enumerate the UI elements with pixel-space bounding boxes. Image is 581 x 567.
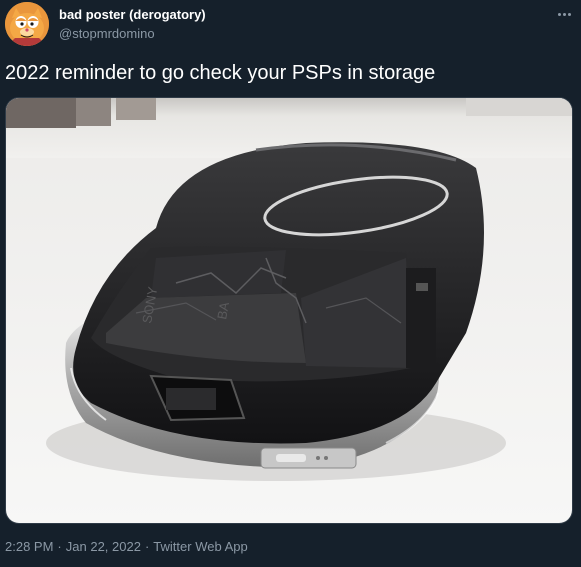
more-options-icon: [557, 12, 561, 16]
tweet-meta: 2:28 PM · Jan 22, 2022 · Twitter Web App: [5, 539, 248, 554]
garfield-avatar-icon: [5, 2, 49, 46]
tweet-photo[interactable]: SONY BA: [5, 97, 573, 524]
tweet-source[interactable]: Twitter Web App: [153, 539, 247, 554]
more-options-icon-dot: [562, 12, 566, 16]
tweet-date[interactable]: Jan 22, 2022: [66, 539, 141, 554]
meta-separator-2: ·: [144, 539, 150, 554]
avatar[interactable]: [5, 2, 49, 46]
battery-label-ba: BA: [214, 301, 232, 321]
tweet: bad poster (derogatory) @stopmrdomino 20…: [0, 0, 581, 567]
psp-photo-image: SONY BA: [6, 98, 572, 523]
meta-separator: ·: [57, 539, 62, 554]
author-display-name[interactable]: bad poster (derogatory): [59, 7, 206, 22]
tweet-text: 2022 reminder to go check your PSPs in s…: [5, 62, 436, 84]
more-options-icon-dot: [567, 12, 571, 16]
tweet-time[interactable]: 2:28 PM: [5, 539, 53, 554]
more-options-button[interactable]: [552, 4, 576, 24]
author-handle[interactable]: @stopmrdomino: [59, 26, 155, 41]
